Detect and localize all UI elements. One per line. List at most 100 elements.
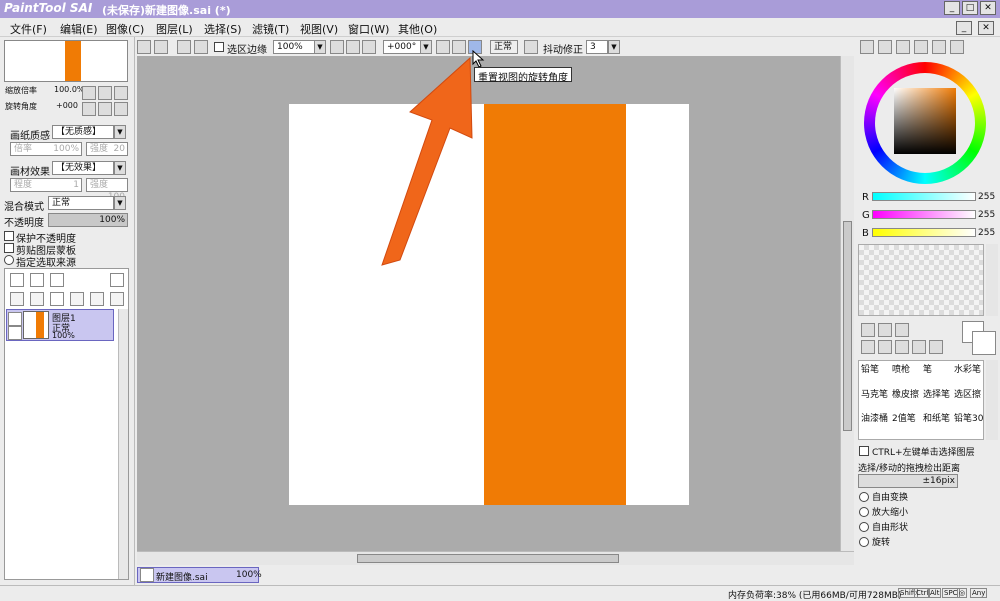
secondary-color-swatch[interactable] <box>972 331 996 355</box>
rgb-slider-tab-icon[interactable] <box>878 40 892 54</box>
zoom-field[interactable]: 100% <box>273 40 315 54</box>
b-slider[interactable] <box>872 228 976 237</box>
blend-mode-select[interactable]: 正常 <box>48 196 114 210</box>
redo-icon[interactable] <box>154 40 168 54</box>
tool-washi-pen[interactable]: 和纸笔 <box>923 411 950 424</box>
strength-field[interactable]: 强度 20 <box>86 142 128 156</box>
selection-source-radio[interactable] <box>4 255 14 265</box>
horizontal-scrollbar[interactable] <box>137 551 854 565</box>
nav-zoom-out-icon[interactable] <box>82 86 96 100</box>
menu-filter[interactable]: 滤镜(T) <box>252 21 289 37</box>
menu-layer[interactable]: 图层(L) <box>156 21 193 37</box>
menu-file[interactable]: 文件(F) <box>10 21 47 37</box>
tool-bucket[interactable]: 油漆桶 <box>861 411 888 424</box>
tool-eraser[interactable]: 橡皮擦 <box>892 387 919 400</box>
strength2-field[interactable]: 强度100 <box>86 178 128 202</box>
new-folder-icon[interactable] <box>50 273 64 287</box>
opacity-slider[interactable]: 100% <box>48 213 128 227</box>
menu-other[interactable]: 其他(O) <box>398 21 437 37</box>
nav-zoom-reset-icon[interactable] <box>114 86 128 100</box>
swatch-palette[interactable] <box>858 244 984 316</box>
r-slider[interactable] <box>872 192 976 201</box>
new-layer-icon[interactable] <box>10 273 24 287</box>
menu-window[interactable]: 窗口(W) <box>348 21 389 37</box>
stabilizer-field[interactable]: 3 <box>586 40 608 54</box>
nav-rotate-left-icon[interactable] <box>82 102 96 116</box>
protect-opacity-checkbox[interactable] <box>4 231 14 241</box>
maximize-icon[interactable]: □ <box>962 1 978 15</box>
zoom-tool-icon[interactable] <box>878 340 892 354</box>
minimize-icon[interactable]: _ <box>944 1 960 15</box>
nav-zoom-in-icon[interactable] <box>98 86 112 100</box>
paper-texture-dropdown-icon[interactable]: ▼ <box>114 125 126 139</box>
eye-icon[interactable] <box>8 312 22 326</box>
material-select[interactable]: 【无效果】 <box>52 161 114 175</box>
deselect-icon[interactable] <box>177 40 191 54</box>
doc-minimize-icon[interactable]: _ <box>956 21 972 35</box>
tool-select-pen[interactable]: 选择笔 <box>923 387 950 400</box>
material-dropdown-icon[interactable]: ▼ <box>114 161 126 175</box>
vertical-scrollbar[interactable] <box>840 56 854 551</box>
zoom-out-icon[interactable] <box>330 40 344 54</box>
zoom-dropdown-icon[interactable]: ▼ <box>314 40 326 54</box>
doc-close-icon[interactable]: ✕ <box>978 21 994 35</box>
hsv-slider-tab-icon[interactable] <box>896 40 910 54</box>
swatch-scrollbar[interactable] <box>986 244 998 316</box>
tool-scrollbar[interactable] <box>986 360 998 440</box>
paper-texture-select[interactable]: 【无质感】 <box>52 125 114 139</box>
menu-select[interactable]: 选择(S) <box>204 21 242 37</box>
stabilizer-dropdown-icon[interactable]: ▼ <box>608 40 620 54</box>
rotate-radio[interactable] <box>859 537 869 547</box>
swatches-tab-icon[interactable] <box>932 40 946 54</box>
free-shape-radio[interactable] <box>859 522 869 532</box>
pen-icon[interactable] <box>8 326 22 340</box>
saturation-value-square[interactable] <box>894 88 956 154</box>
menu-edit[interactable]: 编辑(E) <box>60 21 98 37</box>
merge-layer-icon[interactable] <box>90 292 104 306</box>
clip-mask-checkbox[interactable] <box>4 243 14 253</box>
magic-wand-icon[interactable] <box>895 323 909 337</box>
drag-distance-field[interactable]: ±16pix <box>858 474 958 488</box>
tool-pencil[interactable]: 铅笔 <box>861 362 879 375</box>
zoom-in-icon[interactable] <box>346 40 360 54</box>
mode-button[interactable]: 正常 <box>490 40 518 54</box>
tool-airbrush[interactable]: 喷枪 <box>892 362 910 375</box>
tool-marker[interactable]: 马克笔 <box>861 387 888 400</box>
ratio-field[interactable]: 倍率 100% <box>10 142 82 156</box>
menu-image[interactable]: 图像(C) <box>106 21 144 37</box>
hand-tool-icon[interactable] <box>912 340 926 354</box>
merge-down-icon[interactable] <box>30 292 44 306</box>
flip-icon[interactable] <box>524 40 538 54</box>
new-layer-set-icon[interactable] <box>30 273 44 287</box>
move-tool-icon[interactable] <box>861 340 875 354</box>
selection-edge-checkbox[interactable] <box>214 42 224 52</box>
free-transform-radio[interactable] <box>859 492 869 502</box>
menu-view[interactable]: 视图(V) <box>300 21 338 37</box>
gradient-tab-icon[interactable] <box>914 40 928 54</box>
clear-layer-icon[interactable] <box>50 292 64 306</box>
tool-watercolor[interactable]: 水彩笔 <box>954 362 981 375</box>
undo-icon[interactable] <box>137 40 151 54</box>
nav-rotate-right-icon[interactable] <box>98 102 112 116</box>
ctrl-select-checkbox[interactable] <box>859 446 869 456</box>
scale-radio[interactable] <box>859 507 869 517</box>
blend-mode-dropdown-icon[interactable]: ▼ <box>114 196 126 210</box>
selection-tool-icon[interactable] <box>861 323 875 337</box>
delete-layer-icon[interactable] <box>70 292 84 306</box>
lasso-tool-icon[interactable] <box>878 323 892 337</box>
layer-scrollbar[interactable] <box>118 309 128 579</box>
tool-brush[interactable]: 笔 <box>923 362 932 375</box>
tool-binary-pen[interactable]: 2值笔 <box>892 411 916 424</box>
color-wheel-tab-icon[interactable] <box>860 40 874 54</box>
scratchpad-tab-icon[interactable] <box>950 40 964 54</box>
rotate-tool-icon[interactable] <box>895 340 909 354</box>
layer-mask-icon[interactable] <box>110 273 124 287</box>
navigator-preview[interactable] <box>4 40 128 82</box>
close-icon[interactable]: ✕ <box>980 1 996 15</box>
copy-layer-icon[interactable] <box>10 292 24 306</box>
eyedropper-icon[interactable] <box>929 340 943 354</box>
transfer-layer-icon[interactable] <box>110 292 124 306</box>
tool-select-eraser[interactable]: 选区擦 <box>954 387 981 400</box>
g-slider[interactable] <box>872 210 976 219</box>
tool-pencil30[interactable]: 铅笔30 <box>954 411 983 424</box>
